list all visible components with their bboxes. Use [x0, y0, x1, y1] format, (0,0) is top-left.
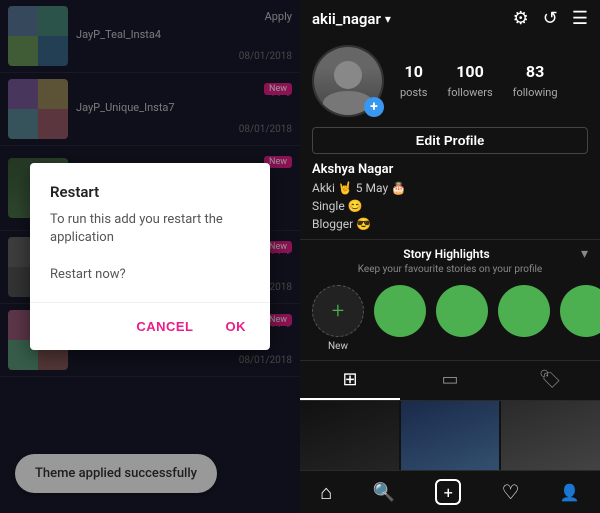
ig-profile: + 10 posts 100 followers 83 following Ed…: [300, 37, 600, 233]
ig-bio-line-2: Single 😊: [312, 197, 588, 215]
highlight-new-label: New: [328, 341, 348, 352]
ig-bio-line-3: Blogger 😎: [312, 215, 588, 233]
highlights-chevron-icon: ▾: [581, 246, 588, 262]
ig-bottom-nav: ⌂ 🔍 + ♡ 👤: [300, 470, 600, 513]
tab-tagged[interactable]: 🏷: [500, 361, 600, 400]
highlight-circle-3: [498, 285, 550, 337]
search-nav-icon[interactable]: 🔍: [373, 482, 395, 503]
following-count: 83: [513, 62, 558, 81]
refresh-icon[interactable]: ↺: [543, 8, 558, 29]
restart-dialog: Restart To run this add you restart the …: [30, 163, 270, 350]
dialog-message: To run this add you restart the applicat…: [50, 211, 250, 247]
posts-count: 10: [400, 62, 427, 81]
ig-highlights-row: + New: [300, 279, 600, 360]
followers-stat: 100 followers: [447, 62, 492, 100]
highlight-circle-4: [560, 285, 600, 337]
menu-icon[interactable]: ☰: [572, 8, 588, 29]
highlight-4[interactable]: [560, 285, 600, 352]
dialog-sub-message: Restart now?: [50, 267, 250, 282]
highlight-new-circle: +: [312, 285, 364, 337]
settings-icon[interactable]: ⚙: [513, 8, 529, 29]
ig-username-row: akii_nagar ▾: [312, 10, 391, 28]
following-stat: 83 following: [513, 62, 558, 100]
ig-avatar-wrap: +: [312, 45, 384, 117]
profile-nav-icon[interactable]: 👤: [560, 483, 580, 502]
highlight-new[interactable]: + New: [312, 285, 364, 352]
dialog-actions: CANCEL OK: [30, 302, 270, 350]
dialog-overlay: Restart To run this add you restart the …: [0, 0, 300, 513]
highlight-2[interactable]: [436, 285, 488, 352]
highlight-circle-1: [374, 285, 426, 337]
posts-label: posts: [400, 86, 427, 99]
avatar-head: [334, 61, 362, 89]
tab-grid[interactable]: ⊞: [300, 361, 400, 400]
ig-highlights-header: Story Highlights ▾: [300, 239, 600, 264]
ig-header: akii_nagar ▾ ⚙ ↺ ☰: [300, 0, 600, 37]
ig-bio-line-1: Akki 🤘 5 May 🎂: [312, 179, 588, 197]
followers-count: 100: [447, 62, 492, 81]
chevron-down-icon[interactable]: ▾: [385, 12, 391, 26]
ig-highlights-subtitle: Keep your favourite stories on your prof…: [300, 264, 600, 279]
ig-username: akii_nagar: [312, 10, 381, 28]
ig-stats: 10 posts 100 followers 83 following: [400, 62, 558, 100]
tab-reels[interactable]: ▭: [400, 361, 500, 400]
cancel-button[interactable]: CANCEL: [124, 311, 205, 342]
add-story-button[interactable]: +: [364, 97, 384, 117]
dialog-title: Restart: [50, 183, 250, 201]
home-nav-icon[interactable]: ⌂: [320, 480, 332, 505]
left-panel: JayP_Teal_Insta4 Apply 08/01/2018 JayP_U…: [0, 0, 300, 513]
reels-icon: ▭: [441, 369, 458, 390]
highlight-1[interactable]: [374, 285, 426, 352]
ig-header-icons: ⚙ ↺ ☰: [513, 8, 588, 29]
ig-tab-bar: ⊞ ▭ 🏷: [300, 360, 600, 401]
edit-profile-button[interactable]: Edit Profile: [312, 127, 588, 154]
plus-icon: +: [332, 299, 344, 324]
highlight-3[interactable]: [498, 285, 550, 352]
add-post-button[interactable]: +: [435, 479, 461, 505]
ig-bio: Akshya Nagar Akki 🤘 5 May 🎂 Single 😊 Blo…: [312, 162, 588, 233]
right-panel: akii_nagar ▾ ⚙ ↺ ☰ + 10: [300, 0, 600, 513]
ig-bio-name: Akshya Nagar: [312, 162, 588, 177]
grid-icon: ⊞: [342, 369, 357, 390]
posts-stat: 10 posts: [400, 62, 427, 100]
likes-nav-icon[interactable]: ♡: [502, 480, 520, 504]
ig-profile-top: + 10 posts 100 followers 83 following: [312, 45, 588, 117]
highlight-circle-2: [436, 285, 488, 337]
tagged-icon: 🏷: [539, 369, 562, 390]
dialog-content: Restart To run this add you restart the …: [30, 163, 270, 302]
ok-button[interactable]: OK: [214, 311, 259, 342]
ig-highlights-title: Story Highlights: [312, 247, 581, 261]
followers-label: followers: [447, 86, 492, 99]
following-label: following: [513, 86, 558, 99]
